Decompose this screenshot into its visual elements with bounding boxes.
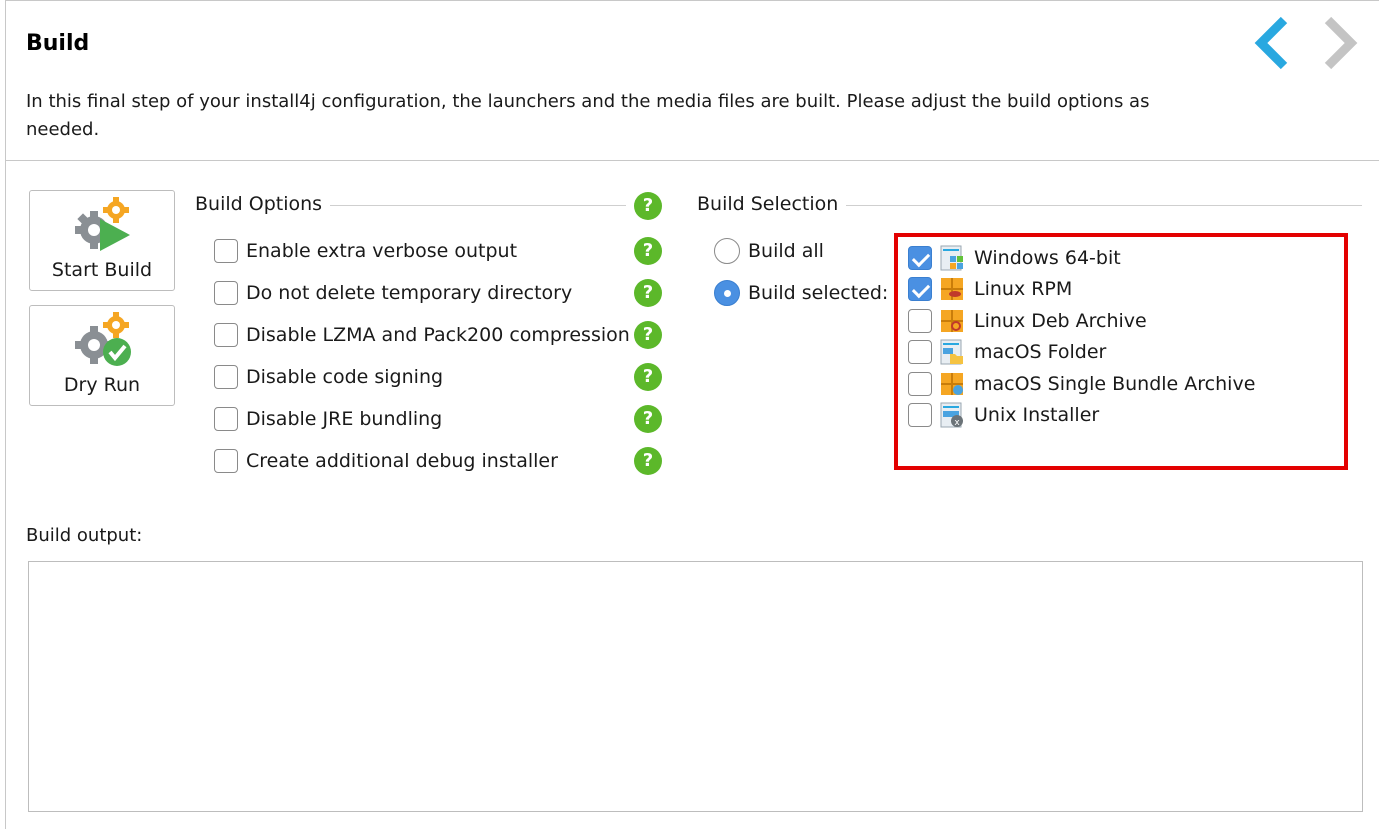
disable-jre-bundling-checkbox[interactable] <box>214 407 238 431</box>
media-item-macos-archive[interactable]: macOS Single Bundle Archive <box>908 370 1255 398</box>
help-icon[interactable]: ? <box>634 405 662 433</box>
option-label: Do not delete temporary directory <box>246 282 573 304</box>
media-checkbox[interactable] <box>908 246 932 270</box>
verbose-output-checkbox[interactable] <box>214 239 238 263</box>
option-debug-installer[interactable]: Create additional debug installer <box>214 447 558 475</box>
build-output-area[interactable] <box>28 561 1363 812</box>
page-title: Build <box>26 31 90 56</box>
gear-play-icon <box>75 197 130 251</box>
option-keep-temp-dir[interactable]: Do not delete temporary directory <box>214 279 572 307</box>
option-disable-code-signing[interactable]: Disable code signing <box>214 363 443 391</box>
help-icon[interactable]: ? <box>634 237 662 265</box>
linux-rpm-icon <box>941 278 963 300</box>
gear-check-icon <box>75 312 131 366</box>
macos-folder-icon <box>940 339 963 365</box>
keep-temp-dir-checkbox[interactable] <box>214 281 238 305</box>
media-checkbox[interactable] <box>908 340 932 364</box>
debug-installer-checkbox[interactable] <box>214 449 238 473</box>
windows-media-icon <box>940 245 963 271</box>
linux-deb-icon <box>941 310 963 332</box>
header-divider <box>5 160 1379 161</box>
media-label: Windows 64-bit <box>974 247 1121 269</box>
build-output-label: Build output: <box>26 525 143 546</box>
build-options-divider <box>330 205 626 206</box>
media-item-unix-installer[interactable]: x Unix Installer <box>908 401 1099 429</box>
build-all-option[interactable]: Build all <box>714 237 824 265</box>
media-label: Linux RPM <box>974 278 1073 300</box>
build-selection-title: Build Selection <box>697 193 847 215</box>
media-selection-list: Windows 64-bit Linux RPM Linux Deb Archi… <box>894 233 1348 470</box>
unix-installer-icon: x <box>940 402 963 428</box>
option-label: Create additional debug installer <box>246 450 558 472</box>
option-label: Enable extra verbose output <box>246 240 518 262</box>
help-icon[interactable]: ? <box>634 447 662 475</box>
media-checkbox[interactable] <box>908 372 932 396</box>
dry-run-label: Dry Run <box>63 374 141 396</box>
media-label: macOS Folder <box>974 341 1107 363</box>
build-selected-radio[interactable] <box>714 280 740 306</box>
start-build-button[interactable]: Start Build <box>29 190 175 291</box>
help-icon[interactable]: ? <box>634 279 662 307</box>
chevron-left-icon <box>1254 16 1288 70</box>
option-verbose-output[interactable]: Enable extra verbose output <box>214 237 517 265</box>
build-options-title: Build Options <box>195 193 331 215</box>
media-item-windows[interactable]: Windows 64-bit <box>908 244 1121 272</box>
option-label: Disable code signing <box>246 366 444 388</box>
media-checkbox[interactable] <box>908 277 932 301</box>
media-label: macOS Single Bundle Archive <box>974 373 1256 395</box>
option-disable-jre-bundling[interactable]: Disable JRE bundling <box>214 405 442 433</box>
dry-run-button[interactable]: Dry Run <box>29 305 175 406</box>
forward-button[interactable] <box>1320 16 1360 70</box>
macos-archive-icon <box>941 373 963 395</box>
back-button[interactable] <box>1252 16 1292 70</box>
media-item-linux-deb[interactable]: Linux Deb Archive <box>908 307 1147 335</box>
media-label: Linux Deb Archive <box>974 310 1147 332</box>
page-description: In this final step of your install4j con… <box>26 91 1150 140</box>
start-build-label: Start Build <box>51 259 153 281</box>
media-item-linux-rpm[interactable]: Linux RPM <box>908 275 1072 303</box>
build-selected-option[interactable]: Build selected: <box>714 279 888 307</box>
build-all-radio[interactable] <box>714 238 740 264</box>
media-checkbox[interactable] <box>908 309 932 333</box>
chevron-right-icon <box>1324 16 1358 70</box>
help-icon[interactable]: ? <box>634 321 662 349</box>
build-options-help-icon[interactable]: ? <box>634 192 662 220</box>
radio-label: Build all <box>748 240 824 262</box>
disable-code-signing-checkbox[interactable] <box>214 365 238 389</box>
option-disable-compression[interactable]: Disable LZMA and Pack200 compression <box>214 321 630 349</box>
option-label: Disable JRE bundling <box>246 408 443 430</box>
disable-compression-checkbox[interactable] <box>214 323 238 347</box>
radio-label: Build selected: <box>748 282 889 304</box>
option-label: Disable LZMA and Pack200 compression <box>246 324 630 346</box>
build-selection-divider <box>844 205 1362 206</box>
media-item-macos-folder[interactable]: macOS Folder <box>908 338 1106 366</box>
media-checkbox[interactable] <box>908 403 932 427</box>
media-label: Unix Installer <box>974 404 1100 426</box>
svg-text:x: x <box>954 418 960 428</box>
help-icon[interactable]: ? <box>634 363 662 391</box>
